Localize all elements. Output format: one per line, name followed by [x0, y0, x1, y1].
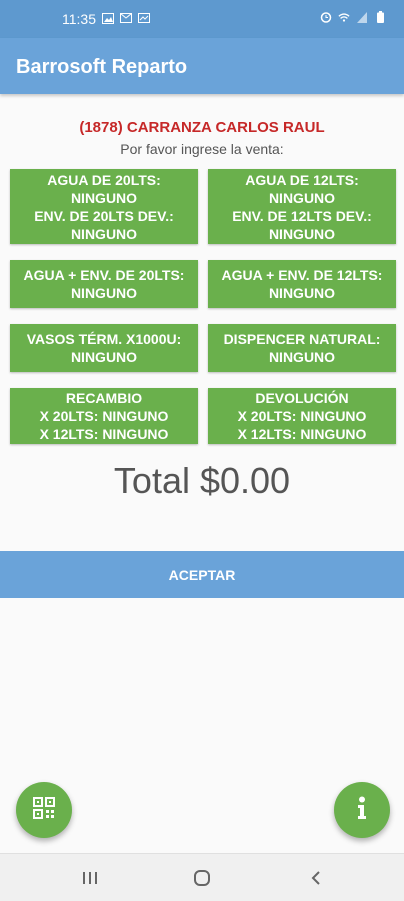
tile-agua-env-20lts[interactable]: AGUA + ENV. DE 20LTS: NINGUNO — [10, 260, 198, 308]
tile-line: ENV. DE 20LTS DEV.: — [34, 207, 174, 224]
status-bar: 11:35 — [0, 0, 404, 38]
tile-line: ENV. DE 12LTS DEV.: — [232, 207, 372, 224]
tile-dispencer-natural[interactable]: DISPENCER NATURAL: NINGUNO — [208, 324, 396, 372]
tile-agua-env-12lts[interactable]: AGUA + ENV. DE 12LTS: NINGUNO — [208, 260, 396, 308]
tile-line: VASOS TÉRM. X1000U: — [26, 331, 182, 347]
gallery-icon — [102, 12, 114, 24]
tile-line: NINGUNO — [70, 225, 138, 242]
tile-line: X 12LTS: NINGUNO — [237, 426, 367, 442]
tile-line: AGUA + ENV. DE 12LTS: — [221, 267, 383, 283]
tile-agua-12lts[interactable]: AGUA DE 12LTS: NINGUNO ENV. DE 12LTS DEV… — [208, 169, 396, 244]
tile-recambio[interactable]: RECAMBIO X 20LTS: NINGUNO X 12LTS: NINGU… — [10, 388, 198, 444]
tile-line: RECAMBIO — [65, 390, 143, 406]
tile-line: AGUA DE 12LTS: — [245, 171, 359, 188]
tile-devolucion[interactable]: DEVOLUCIÓN X 20LTS: NINGUNO X 12LTS: NIN… — [208, 388, 396, 444]
tile-line: NINGUNO — [268, 285, 336, 301]
tile-line: NINGUNO — [70, 189, 138, 206]
sale-prompt: Por favor ingrese la venta: — [120, 141, 284, 157]
tile-line: NINGUNO — [268, 225, 336, 242]
gmail-icon — [120, 12, 132, 24]
app-bar: Barrosoft Reparto — [0, 38, 404, 94]
qr-code-icon — [33, 796, 55, 824]
signal-icon — [356, 11, 368, 23]
tile-vasos-termicos[interactable]: VASOS TÉRM. X1000U: NINGUNO — [10, 324, 198, 372]
tile-line: AGUA + ENV. DE 20LTS: — [23, 267, 185, 283]
tile-line: NINGUNO — [268, 349, 336, 365]
alarm-icon — [320, 11, 332, 23]
home-icon[interactable] — [190, 866, 214, 890]
tile-line: X 12LTS: NINGUNO — [39, 426, 169, 442]
accept-button[interactable]: ACEPTAR — [0, 551, 404, 598]
qr-scan-button[interactable] — [16, 782, 72, 838]
total-amount: Total $0.00 — [113, 460, 291, 501]
info-button[interactable] — [334, 782, 390, 838]
cast-icon — [138, 12, 150, 24]
tile-line: AGUA DE 20LTS: — [47, 171, 161, 188]
info-icon — [355, 796, 369, 825]
tile-line: X 20LTS: NINGUNO — [39, 408, 169, 424]
tile-line: NINGUNO — [268, 189, 336, 206]
back-icon[interactable] — [304, 866, 328, 890]
tile-line: NINGUNO — [70, 285, 138, 301]
battery-icon — [374, 11, 386, 23]
tile-line: DEVOLUCIÓN — [255, 390, 349, 406]
tile-line: X 20LTS: NINGUNO — [237, 408, 367, 424]
recents-icon[interactable] — [78, 866, 102, 890]
tile-agua-20lts[interactable]: AGUA DE 20LTS: NINGUNO ENV. DE 20LTS DEV… — [10, 169, 198, 244]
customer-name: (1878) CARRANZA CARLOS RAUL — [79, 119, 325, 136]
tile-line: DISPENCER NATURAL: — [223, 331, 381, 347]
app-title: Barrosoft Reparto — [16, 56, 188, 78]
tile-line: NINGUNO — [70, 349, 138, 365]
system-nav-bar — [0, 853, 404, 901]
status-time: 11:35 — [62, 11, 96, 27]
wifi-icon — [338, 11, 350, 23]
